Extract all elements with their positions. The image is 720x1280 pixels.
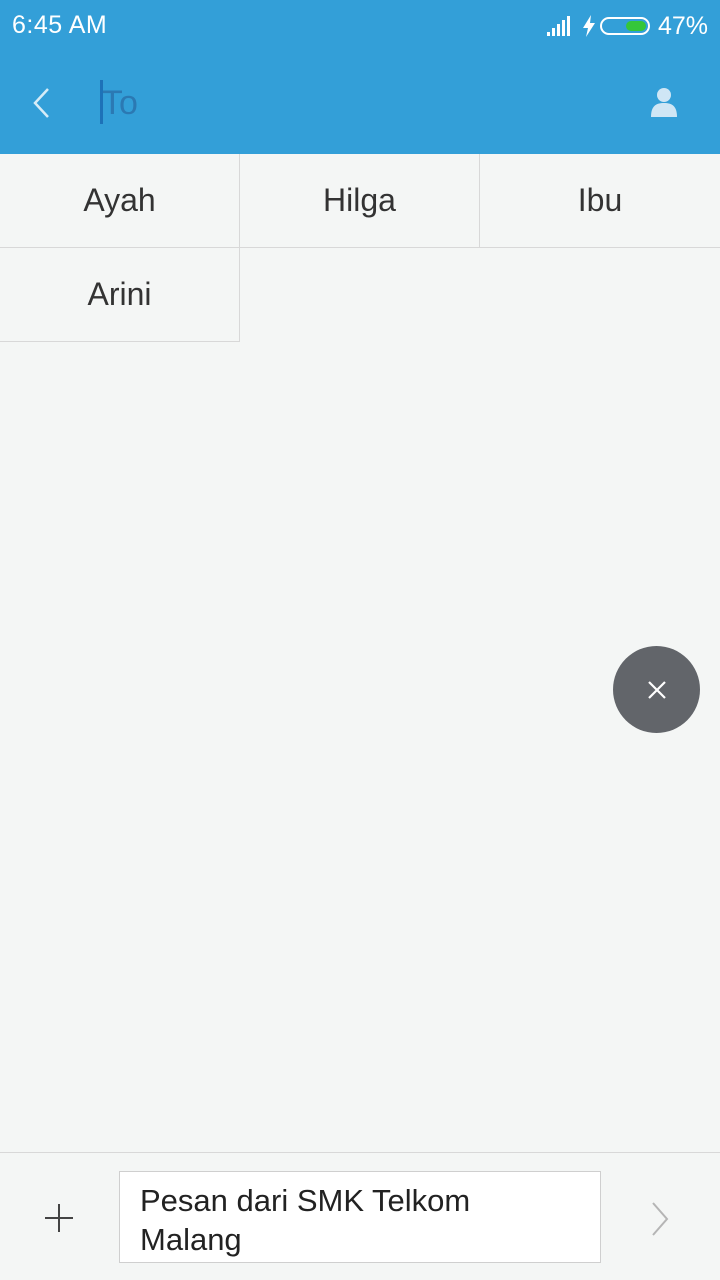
recipient-field[interactable] [98,78,598,128]
person-icon [651,88,677,117]
charging-bolt-icon [582,15,595,37]
signal-icon [545,16,570,36]
send-button[interactable] [640,1195,680,1243]
battery-percent: 47% [657,11,708,40]
chevron-right-icon [652,1202,669,1236]
message-input[interactable]: Pesan dari SMK Telkom Malang [119,1171,601,1263]
close-contacts-button[interactable] [613,646,700,733]
text-caret [100,80,103,124]
close-icon [647,680,666,699]
contact-item[interactable]: Hilga [240,154,480,248]
chevron-left-icon [33,88,49,118]
battery-icon [599,17,650,35]
battery-fill [625,21,646,31]
status-bar: 6:45 AM 47% [0,0,720,52]
contact-item[interactable]: Ayah [0,154,240,248]
attach-button[interactable] [36,1195,82,1241]
recipient-input[interactable] [98,78,598,128]
back-button[interactable] [20,78,64,128]
compose-bar: Pesan dari SMK Telkom Malang [0,1152,720,1280]
contact-picker-button[interactable] [644,82,684,122]
status-time: 6:45 AM [12,11,108,39]
app-bar [0,52,720,154]
contact-item[interactable]: Arini [0,248,240,342]
contact-item[interactable]: Ibu [480,154,720,248]
status-icons: 47% [545,11,708,41]
plus-icon [45,1204,73,1232]
